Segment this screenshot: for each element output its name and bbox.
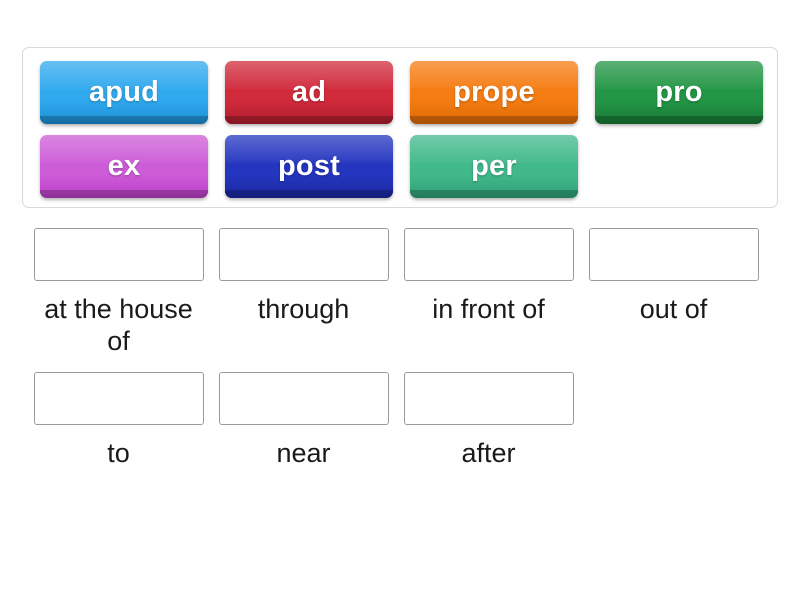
answer-row-1: at the house of through in front of out of (22, 228, 778, 358)
answer-label: after (461, 437, 516, 468)
answer-label: at the house of (44, 294, 193, 357)
tile-label: prope (453, 75, 535, 108)
tile-slot: ex (29, 129, 214, 203)
tile-tray: apud ad prope pro ex post per (22, 47, 778, 208)
activity-root: apud ad prope pro ex post per at the house of t… (0, 0, 800, 600)
answer-cell: out of (577, 228, 762, 358)
answer-label: near (276, 437, 331, 468)
tile-slot: post (214, 129, 399, 203)
tile-label: ad (291, 75, 327, 108)
drop-zone[interactable] (403, 371, 574, 425)
tile-per[interactable]: per (410, 134, 578, 198)
answer-cell-placeholder (577, 372, 762, 469)
answer-label: in front of (432, 294, 545, 324)
drop-zone[interactable] (588, 228, 759, 281)
tile-slot: per (399, 129, 584, 203)
drop-zone[interactable] (218, 371, 389, 425)
answer-label: out of (639, 294, 708, 324)
tile-label: per (471, 149, 517, 182)
tile-ad[interactable]: ad (225, 60, 393, 124)
drop-zone[interactable] (33, 371, 204, 425)
drop-zone[interactable] (33, 228, 204, 281)
tile-label: apud (88, 75, 160, 108)
answer-grid: at the house of through in front of out of … (22, 228, 778, 469)
answer-label: to (107, 437, 130, 468)
drop-zone[interactable] (218, 228, 389, 281)
tile-slot: ad (214, 55, 399, 129)
tile-slot: pro (584, 55, 769, 129)
tile-label: post (277, 149, 340, 182)
answer-cell: at the house of (22, 228, 207, 358)
tile-prope[interactable]: prope (410, 60, 578, 124)
tile-label: ex (107, 149, 141, 182)
answer-cell: near (207, 371, 392, 469)
answer-cell: in front of (392, 228, 577, 358)
tile-slot: prope (399, 55, 584, 129)
answer-label: through (257, 294, 350, 324)
drop-zone[interactable] (403, 228, 574, 281)
tile-pro[interactable]: pro (595, 60, 763, 124)
answer-row-2: to near after (22, 371, 778, 469)
tile-ex[interactable]: ex (40, 134, 208, 198)
answer-cell: through (207, 228, 392, 358)
answer-cell: to (22, 371, 207, 469)
tile-slot: apud (29, 55, 214, 129)
tile-apud[interactable]: apud (40, 60, 208, 124)
answer-cell: after (392, 371, 577, 469)
tile-post[interactable]: post (225, 134, 393, 198)
tile-label: pro (655, 75, 703, 108)
